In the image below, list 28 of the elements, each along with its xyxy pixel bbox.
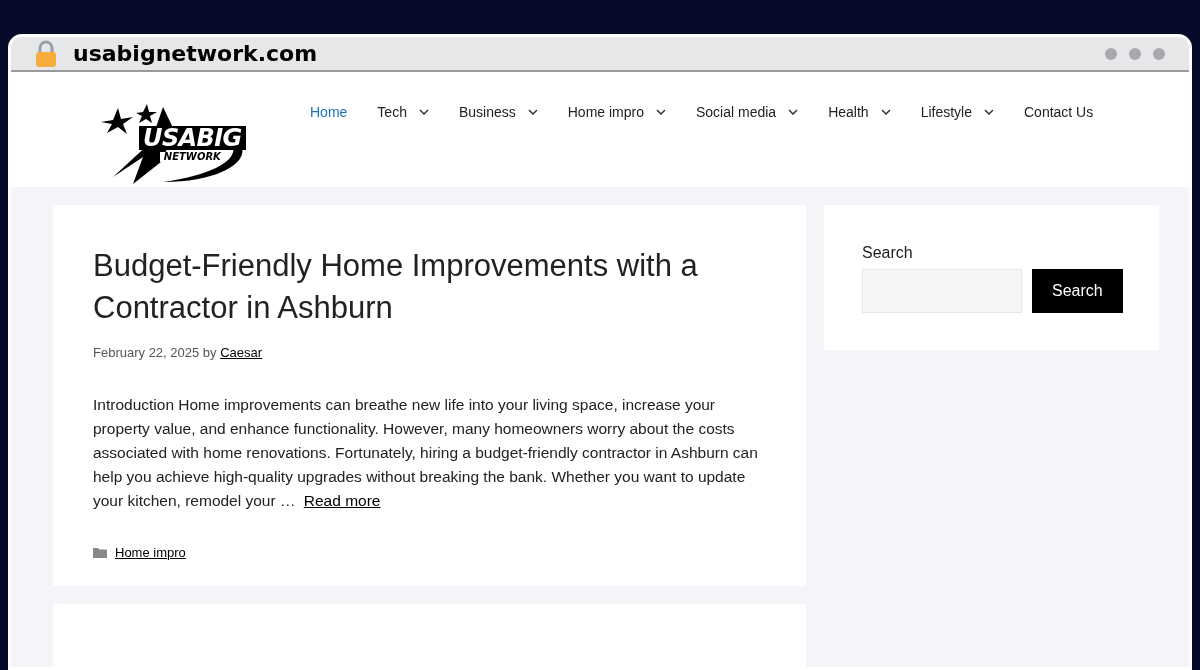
logo-title: USABIG <box>139 126 246 150</box>
nav-link[interactable]: Home <box>295 94 363 130</box>
nav-link[interactable]: Business <box>443 94 553 130</box>
search-label: Search <box>862 243 914 263</box>
chevron-down-icon <box>418 109 429 115</box>
author-link[interactable]: Caesar <box>220 345 263 360</box>
post-title[interactable]: Budget-Friendly Home Improvements with a Contractor in Ashburn <box>93 245 766 329</box>
post-meta: February 22, 2025 by Caesar <box>93 344 264 362</box>
chevron-down-icon <box>880 109 891 115</box>
chevron-down-icon <box>527 109 538 115</box>
nav-link[interactable]: Tech <box>362 94 444 130</box>
nav-link[interactable]: Contact Us <box>1009 94 1109 130</box>
chevron-down-icon <box>984 109 994 115</box>
folder-icon <box>93 546 107 558</box>
category-link[interactable]: Home impro <box>115 542 186 562</box>
search-button[interactable]: Search <box>1032 269 1123 313</box>
post-excerpt: Introduction Home improvements can breathe new life into your living space, increase your property value, and enhance functionality. However, many homeowners worry about the costs associated with home renovations. Fortunately, hiring a budget-friendly contractor in Ashburn can help you achieve high-quality upgrades without breaking the bank. Whether you want to update your kitchen, remodel your … Read more <box>93 394 759 511</box>
search-field[interactable] <box>862 269 1022 313</box>
logo-subtitle: NETWORK <box>159 152 225 162</box>
nav-link[interactable]: Social media <box>681 94 814 130</box>
read-more-link[interactable]: Read more <box>303 491 381 509</box>
chevron-down-icon <box>656 109 666 115</box>
address-text: usabignetwork.com <box>73 40 318 68</box>
chevron-down-icon <box>788 109 799 115</box>
nav-link[interactable]: Home impro <box>552 94 681 130</box>
nav-link[interactable]: Lifestyle <box>905 94 1009 130</box>
site-logo[interactable]: USABIG NETWORK <box>93 102 263 187</box>
nav-link[interactable]: Health <box>813 94 906 130</box>
